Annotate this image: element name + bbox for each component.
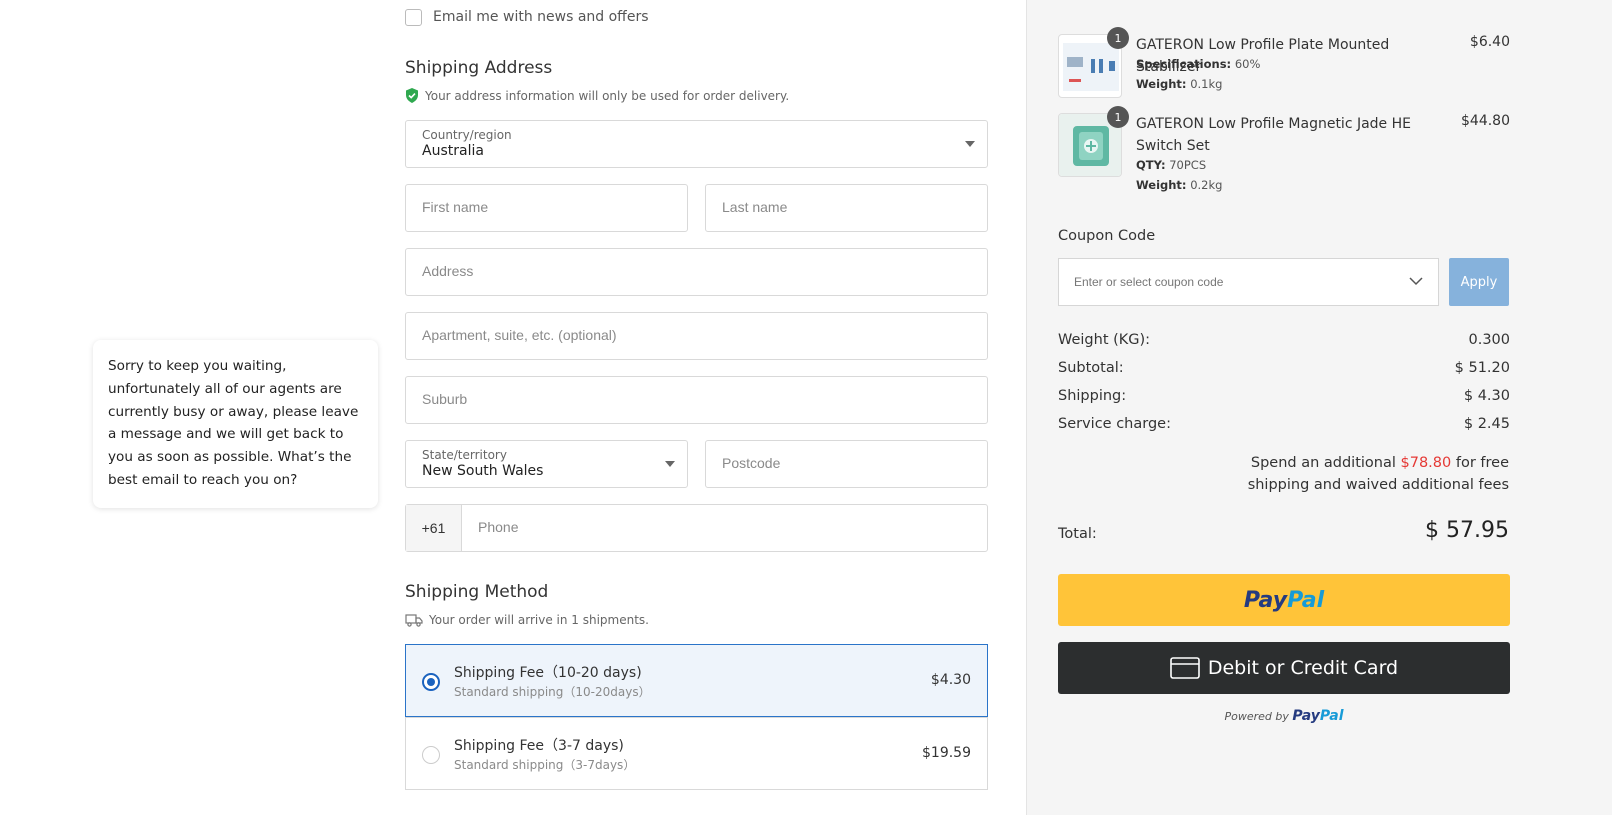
postcode-placeholder: Postcode [722,455,781,471]
weight-row: Weight (KG): 0.300 [1058,332,1510,348]
promo-amount: $78.80 [1400,455,1452,471]
truck-icon [405,614,423,627]
shipping-option-subtitle: Standard shipping（3-7days） [454,758,636,772]
cart-item: 1 GATERON Low Profile Magnetic Jade HE S… [1058,106,1510,197]
first-name-placeholder: First name [422,199,489,215]
credit-card-icon [1170,657,1200,679]
address-field[interactable]: Address [405,248,988,296]
service-charge-row: Service charge: $ 2.45 [1058,416,1510,432]
chat-message-bubble: Sorry to keep you waiting, unfortunately… [93,340,378,508]
shipping-label: Shipping: [1058,388,1127,404]
item-spec: QTY: 70PCS [1136,158,1206,172]
address-privacy-note: Your address information will only be us… [405,88,789,103]
item-price: $6.40 [1469,34,1510,50]
newsletter-label: Email me with news and offers [433,9,649,25]
item-spec-label: Weight: [1136,178,1187,192]
item-spec-label: Specifications: [1136,57,1232,71]
shipping-value: $ 4.30 [1463,388,1510,404]
apartment-field[interactable]: Apartment, suite, etc. (optional) [405,312,988,360]
state-value: New South Wales [422,463,544,479]
item-spec: Weight: 0.2kg [1136,178,1222,192]
apartment-placeholder: Apartment, suite, etc. (optional) [422,327,617,343]
cart-item: 1 GATERON Low Profile Plate Mounted Stab… [1058,27,1510,98]
address-placeholder: Address [422,263,474,279]
shield-check-icon [406,88,418,103]
subtotal-row: Subtotal: $ 51.20 [1058,360,1510,376]
shipping-address-title: Shipping Address [405,58,553,78]
first-name-field[interactable]: First name [405,184,688,232]
item-name: GATERON Low Profile Plate Mounted Stabil… [1136,37,1390,75]
service-charge-label: Service charge: [1058,416,1171,432]
newsletter-row[interactable]: Email me with news and offers [405,6,649,28]
postcode-field[interactable]: Postcode [705,440,988,488]
country-select[interactable]: Country/region Australia [405,120,988,168]
shipping-option-subtitle: Standard shipping（10-20days） [454,685,651,699]
subtotal-label: Subtotal: [1058,360,1124,376]
suburb-field[interactable]: Suburb [405,376,988,424]
shipping-option-express-3-7[interactable]: Shipping Fee（3-7 days) Standard shipping… [405,717,988,790]
debit-credit-card-button[interactable]: Debit or Credit Card [1058,642,1510,694]
shipping-option-price: $4.30 [930,672,971,688]
coupon-title: Coupon Code [1058,228,1156,244]
last-name-placeholder: Last name [722,199,788,215]
shipment-note: Your order will arrive in 1 shipments. [405,613,649,627]
paypal-button[interactable]: Pay Pal [1058,574,1510,626]
service-charge-value: $ 2.45 [1463,416,1510,432]
address-privacy-text: Your address information will only be us… [425,88,790,103]
free-shipping-promo: Spend an additional $78.80 for free ship… [1209,452,1509,496]
total-label: Total: [1058,526,1097,542]
subtotal-value: $ 51.20 [1454,360,1510,376]
item-spec-label: QTY: [1136,158,1166,172]
paypal-logo-pal: Pal [1319,708,1344,724]
shipping-option-title: Shipping Fee（3-7 days) [454,738,624,754]
item-spec: Weight: 0.1kg [1136,77,1222,91]
paypal-logo-pay: Pay [1243,587,1288,613]
quantity-badge: 1 [1107,106,1129,128]
suburb-placeholder: Suburb [422,391,468,407]
total-value: $ 57.95 [1425,518,1509,543]
promo-prefix: Spend an additional [1250,455,1401,471]
item-spec-label: Weight: [1136,77,1187,91]
chat-message-text: Sorry to keep you waiting, unfortunately… [108,358,359,488]
item-spec-value: 70PCS [1169,158,1207,172]
shipping-option-radio[interactable] [422,746,440,764]
phone-placeholder: Phone [478,519,519,535]
shipping-option-title: Shipping Fee（10-20 days) [454,665,642,681]
card-button-label: Debit or Credit Card [1207,657,1399,679]
coupon-select[interactable]: Enter or select coupon code [1058,258,1439,306]
item-spec-value: 0.1kg [1190,77,1223,91]
chevron-down-icon [1409,277,1423,286]
phone-field[interactable]: +61 Phone [405,504,988,552]
paypal-logo-pay: Pay [1292,708,1320,724]
state-label: State/territory [422,448,507,462]
item-spec-value: 60% [1234,57,1261,71]
order-summary: 1 GATERON Low Profile Plate Mounted Stab… [1026,0,1612,815]
weight-label: Weight (KG): [1058,332,1151,348]
shipping-option-radio[interactable] [422,673,440,691]
last-name-field[interactable]: Last name [705,184,988,232]
shipping-row: Shipping: $ 4.30 [1058,388,1510,404]
apply-coupon-button[interactable]: Apply [1449,258,1509,306]
powered-by-text: Powered by [1224,710,1289,723]
coupon-placeholder: Enter or select coupon code [1074,275,1224,289]
weight-value: 0.300 [1468,332,1510,348]
caret-down-icon [965,141,975,147]
item-spec-value: 0.2kg [1190,178,1223,192]
item-spec: Specifications: 60% [1136,57,1260,71]
country-value: Australia [422,143,484,159]
shipping-option-standard-10-20[interactable]: Shipping Fee（10-20 days) Standard shippi… [405,644,988,717]
shipping-option-price: $19.59 [922,745,971,761]
powered-by-paypal: Powered by PayPal [1058,708,1510,724]
item-name: GATERON Low Profile Magnetic Jade HE Swi… [1136,116,1411,154]
shipment-note-text: Your order will arrive in 1 shipments. [429,613,649,627]
caret-down-icon [665,461,675,467]
newsletter-checkbox[interactable] [405,8,422,26]
phone-country-code[interactable]: +61 [406,505,462,551]
shipping-method-title: Shipping Method [405,582,549,602]
paypal-logo-pal: Pal [1287,587,1325,613]
state-select[interactable]: State/territory New South Wales [405,440,688,488]
quantity-badge: 1 [1107,27,1129,49]
item-price: $44.80 [1461,113,1510,129]
country-label: Country/region [422,128,512,142]
